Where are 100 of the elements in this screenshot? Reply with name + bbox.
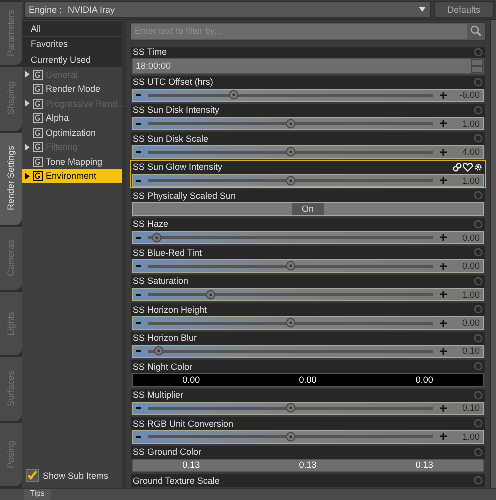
category-item[interactable]: Currently Used	[22, 52, 122, 67]
category-item[interactable]: Optimization	[22, 126, 122, 140]
minus-icon[interactable]	[136, 151, 141, 154]
color-field[interactable]: 0.00 0.00 0.00	[132, 373, 484, 387]
toggle-button[interactable]: On	[292, 203, 324, 215]
property-label: SS Sun Disk Scale	[133, 134, 209, 144]
value-text: 0.10	[461, 346, 480, 356]
slider[interactable]: 1.00	[132, 430, 484, 444]
slider[interactable]: 0.00	[132, 230, 484, 244]
gear-icon[interactable]	[474, 162, 483, 172]
value-text: 0.00	[461, 232, 480, 243]
plus-icon[interactable]	[440, 404, 447, 412]
property-label: Ground Texture Scale	[133, 476, 220, 486]
defaults-button[interactable]: Defaults	[434, 1, 494, 18]
value-text: 1.00	[461, 176, 480, 186]
plus-icon[interactable]	[440, 320, 447, 326]
plus-icon[interactable]	[440, 148, 447, 156]
slider[interactable]: 0.00	[132, 259, 484, 273]
property-label: SS Blue-Red Tint	[133, 248, 202, 258]
slider-thumb[interactable]	[206, 290, 216, 300]
minus-icon[interactable]	[136, 180, 141, 182]
scrollbar[interactable]	[490, 20, 496, 488]
category-item[interactable]: Render Mode	[22, 82, 122, 96]
checkbox[interactable]	[26, 469, 39, 482]
property-label: SS Time	[133, 47, 168, 58]
slider-thumb[interactable]	[286, 403, 296, 414]
slider-thumb[interactable]	[286, 261, 296, 272]
minus-icon[interactable]	[136, 265, 141, 268]
property-label: SS Multiplier	[133, 390, 184, 400]
value-text: 0.10	[461, 403, 480, 414]
group-icon	[33, 70, 43, 80]
group-icon	[33, 142, 43, 152]
minus-icon[interactable]	[136, 94, 141, 96]
property-label: SS UTC Offset (hrs)	[133, 77, 214, 88]
property-label: SS Sun Glow Intensity	[133, 162, 223, 172]
value-text: 1.00	[461, 290, 480, 300]
property-label: SS Physically Scaled Sun	[133, 190, 236, 201]
slider-thumb[interactable]	[286, 118, 296, 129]
value-text: 1.00	[461, 432, 480, 442]
plus-icon[interactable]	[440, 92, 447, 99]
category-item[interactable]: Environment	[22, 169, 122, 183]
property-label: SS RGB Unit Conversion	[133, 418, 234, 429]
bottom-tab[interactable]: Tips	[24, 489, 51, 500]
slider[interactable]: 1.00	[132, 288, 484, 302]
caret-icon	[419, 7, 426, 12]
side-tab[interactable]: Render Settings	[0, 132, 22, 225]
value-text: -6.00	[458, 90, 480, 100]
heart-icon[interactable]	[463, 162, 473, 172]
slider-thumb[interactable]	[152, 232, 162, 243]
property-label: SS Horizon Height	[133, 304, 208, 315]
slider-thumb[interactable]	[286, 176, 296, 186]
property-label: SS Horizon Blur	[133, 333, 198, 344]
minus-icon[interactable]	[136, 407, 141, 410]
slider[interactable]: -6.00	[132, 88, 484, 102]
slider[interactable]: 1.00	[132, 116, 484, 130]
link-icon[interactable]	[453, 162, 462, 172]
expand-arrow-icon[interactable]	[25, 172, 30, 180]
slider[interactable]: 0.10	[132, 402, 484, 416]
minus-icon[interactable]	[136, 122, 141, 125]
group-icon	[33, 128, 43, 138]
plus-icon[interactable]	[440, 177, 447, 184]
plus-icon[interactable]	[440, 291, 447, 298]
minus-icon[interactable]	[136, 350, 141, 352]
group-icon	[33, 113, 43, 123]
group-icon	[33, 98, 43, 108]
checkbox-label: Show Sub Items	[43, 470, 109, 480]
property-label: SS Ground Color	[133, 447, 202, 458]
plus-icon[interactable]	[440, 262, 447, 270]
slider-thumb[interactable]	[286, 318, 296, 328]
property-label: SS Night Color	[133, 362, 193, 372]
plus-icon[interactable]	[440, 348, 447, 355]
property-label: SS Haze	[133, 219, 169, 230]
group-icon	[33, 171, 43, 181]
minus-icon[interactable]	[136, 294, 141, 296]
group-icon	[33, 156, 43, 166]
value-text: 1.00	[461, 118, 480, 129]
slider-thumb[interactable]	[286, 432, 296, 442]
minus-icon[interactable]	[136, 236, 141, 239]
engine-dropdown[interactable]: Engine : NVIDIA Iray	[24, 1, 431, 18]
time-field[interactable]: 18:00:00	[136, 60, 172, 71]
property-label: SS Saturation	[133, 276, 189, 286]
group-icon	[33, 84, 43, 94]
property-label: SS Sun Disk Intensity	[133, 105, 220, 116]
slider-thumb[interactable]	[154, 346, 164, 356]
category-item[interactable]: Tone Mapping	[22, 154, 122, 168]
minus-icon[interactable]	[136, 436, 141, 438]
color-field[interactable]: 0.13 0.13 0.13	[132, 458, 484, 472]
plus-icon[interactable]	[440, 120, 447, 128]
plus-icon[interactable]	[440, 234, 447, 242]
slider[interactable]: 0.10	[132, 344, 484, 358]
category-item[interactable]: Favorites	[22, 36, 122, 52]
slider[interactable]: 4.00	[132, 145, 484, 159]
value-text: 0.00	[461, 318, 480, 328]
category-item[interactable]: Alpha	[22, 111, 122, 125]
slider[interactable]: 0.00	[132, 316, 484, 330]
category-item[interactable]: All	[22, 21, 122, 36]
slider-thumb[interactable]	[228, 90, 238, 100]
slider[interactable]: 1.00	[132, 174, 484, 188]
plus-icon[interactable]	[440, 433, 447, 440]
slider-thumb[interactable]	[286, 147, 296, 158]
